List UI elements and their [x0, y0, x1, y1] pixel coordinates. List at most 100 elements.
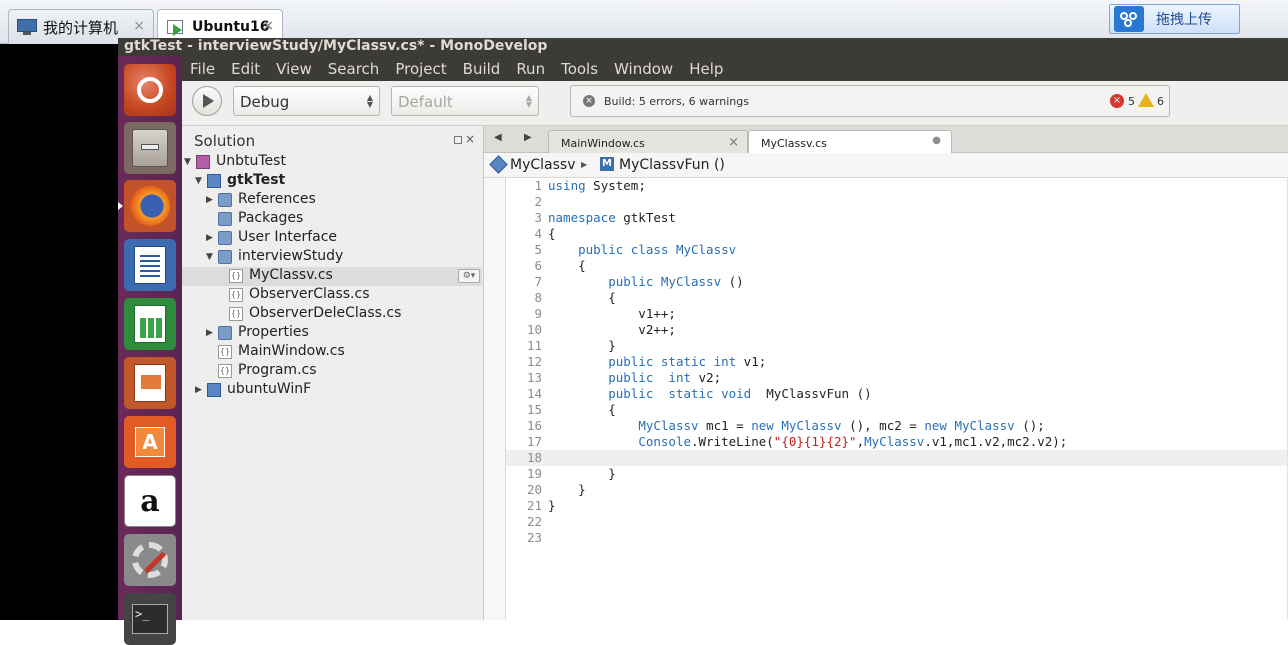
code-token: (), mc2 = [841, 418, 925, 433]
code-line[interactable]: public class MyClassv [548, 242, 1067, 258]
maximize-icon[interactable] [454, 136, 462, 144]
code-token: public static void [608, 386, 752, 401]
folder-icon [218, 193, 232, 207]
tree-item-folder[interactable]: ▼ interviewStudy [182, 248, 482, 267]
code-line[interactable]: { [548, 258, 1067, 274]
code-line[interactable]: public MyClassv () [548, 274, 1067, 290]
expanded-arrow-icon: ▼ [206, 252, 213, 262]
scroll-right-icon[interactable]: ▶ [524, 132, 532, 143]
code-line[interactable]: public static int v1; [548, 354, 1067, 370]
modified-dot-icon[interactable]: ● [932, 135, 941, 146]
code-token: { [548, 290, 616, 305]
writer-icon[interactable] [124, 239, 176, 291]
code-token: public class [578, 242, 676, 257]
tree-item-file-selected[interactable]: {} MyClassv.cs ⚙▾ [182, 267, 482, 286]
code-line[interactable]: { [548, 226, 1067, 242]
code-line[interactable]: } [548, 498, 1067, 514]
tree-item-solution[interactable]: ▼ UnbtuTest [182, 153, 482, 172]
firefox-icon[interactable] [124, 180, 176, 232]
files-icon[interactable] [124, 122, 176, 174]
code-line[interactable] [548, 514, 1067, 530]
solution-icon [196, 155, 210, 169]
code-line[interactable] [548, 194, 1067, 210]
tree-item-project[interactable]: ▶ ubuntuWinF [182, 381, 482, 400]
unity-launcher: A a >_ [118, 56, 182, 645]
code-token: () [721, 274, 744, 289]
tree-item-file[interactable]: {} ObserverDeleClass.cs [182, 305, 482, 324]
code-text[interactable]: using System; namespace gtkTest{ public c… [548, 178, 1067, 546]
tree-item-file[interactable]: {} Program.cs [182, 362, 482, 381]
tab-mainwindow[interactable]: MainWindow.cs × [548, 130, 748, 153]
software-center-icon[interactable]: A [124, 416, 176, 468]
menu-help[interactable]: Help [689, 60, 723, 78]
code-line[interactable]: { [548, 290, 1067, 306]
upload-button[interactable]: 拖拽上传 [1109, 4, 1240, 34]
code-line[interactable]: { [548, 402, 1067, 418]
folder-icon [218, 326, 232, 340]
tree-item-folder[interactable]: ▶ References [182, 191, 482, 210]
code-token: public [608, 274, 661, 289]
configuration-select[interactable]: Debug ▲ ▼ [233, 86, 380, 116]
line-number: 7 [534, 274, 542, 289]
code-line[interactable] [548, 450, 1067, 466]
menu-search[interactable]: Search [328, 60, 380, 78]
code-token: v2++; [548, 322, 676, 337]
code-line[interactable]: } [548, 482, 1067, 498]
run-button[interactable] [192, 86, 222, 116]
code-line[interactable]: public int v2; [548, 370, 1067, 386]
code-token: using [548, 178, 586, 193]
build-status-box[interactable]: × Build: 5 errors, 6 warnings × 5 6 [570, 85, 1170, 117]
amazon-icon[interactable]: a [124, 475, 176, 527]
scroll-left-icon[interactable]: ◀ [494, 132, 502, 143]
editor-gutter [484, 178, 506, 620]
close-icon[interactable]: × [728, 135, 739, 150]
code-token: MyClassv [954, 418, 1015, 433]
menu-project[interactable]: Project [395, 60, 446, 78]
code-line[interactable] [548, 530, 1067, 546]
impress-icon[interactable] [124, 357, 176, 409]
menu-window[interactable]: Window [614, 60, 673, 78]
menu-file[interactable]: File [190, 60, 215, 78]
settings-icon[interactable] [124, 534, 176, 586]
code-line[interactable]: Console.WriteLine("{0}{1}{2}",MyClassv.v… [548, 434, 1067, 450]
code-line[interactable]: v2++; [548, 322, 1067, 338]
code-line[interactable]: public static void MyClassvFun () [548, 386, 1067, 402]
code-line[interactable]: v1++; [548, 306, 1067, 322]
code-line[interactable]: using System; [548, 178, 1067, 194]
tab-myclassv[interactable]: MyClassv.cs ● [748, 130, 952, 153]
menu-run[interactable]: Run [516, 60, 545, 78]
close-icon[interactable]: × [465, 132, 475, 146]
gear-icon[interactable]: ⚙▾ [458, 269, 480, 283]
menu-tools[interactable]: Tools [561, 60, 598, 78]
terminal-icon[interactable]: >_ [124, 593, 176, 645]
calc-icon[interactable] [124, 298, 176, 350]
code-line[interactable]: } [548, 466, 1067, 482]
tree-item-file[interactable]: {} MainWindow.cs [182, 343, 482, 362]
platform-select[interactable]: Default ▲ ▼ [391, 86, 539, 116]
tree-item-file[interactable]: {} ObserverClass.cs [182, 286, 482, 305]
tree-item-folder[interactable]: ▶ User Interface [182, 229, 482, 248]
close-icon[interactable]: × [133, 18, 145, 34]
menu-edit[interactable]: Edit [231, 60, 260, 78]
menu-build[interactable]: Build [463, 60, 501, 78]
code-token: MyClassvFun () [751, 386, 872, 401]
toolbar: Debug ▲ ▼ Default ▲ ▼ × Build: 5 errors, 6… [182, 81, 1288, 126]
solution-pad: Solution × ▼ UnbtuTest ▼ gtkTest ▶ Refer… [182, 126, 484, 620]
tree-item-folder[interactable]: Packages [182, 210, 482, 229]
code-line[interactable]: } [548, 338, 1067, 354]
line-number: 9 [534, 306, 542, 321]
close-icon[interactable]: × [262, 18, 274, 34]
tree-item-project[interactable]: ▼ gtkTest [182, 172, 482, 191]
code-line[interactable]: MyClassv mc1 = new MyClassv (), mc2 = ne… [548, 418, 1067, 434]
code-line[interactable]: namespace gtkTest [548, 210, 1067, 226]
tab-label: MyClassv.cs [761, 137, 827, 150]
breadcrumb-member[interactable]: MyClassvFun () [619, 157, 725, 173]
line-number: 11 [526, 338, 542, 353]
tree-item-folder[interactable]: ▶ Properties [182, 324, 482, 343]
tree-item-label: ObserverClass.cs [249, 286, 370, 302]
breadcrumb-class[interactable]: MyClassv [510, 157, 575, 173]
ubuntu-icon[interactable] [124, 64, 176, 116]
menu-view[interactable]: View [276, 60, 312, 78]
